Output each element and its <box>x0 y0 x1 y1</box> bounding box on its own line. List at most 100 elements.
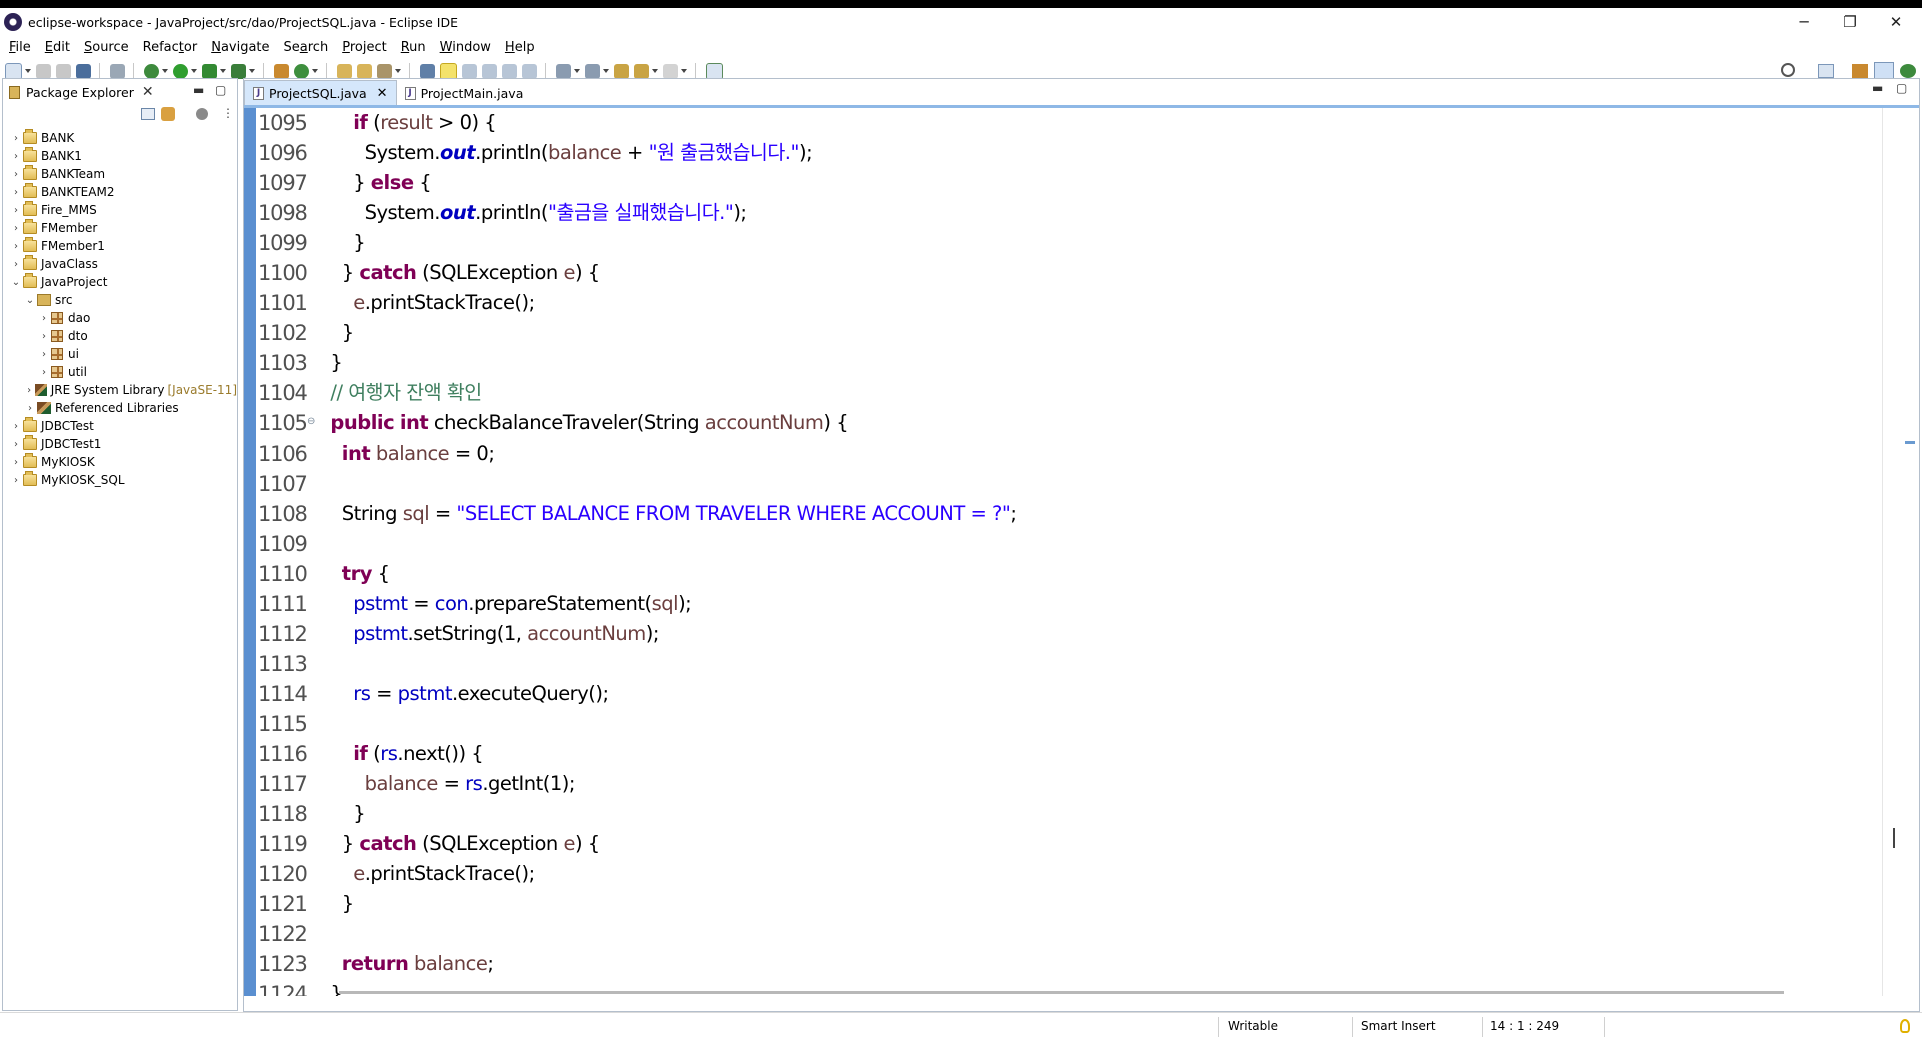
code-line[interactable]: e.printStackTrace(); <box>319 288 1879 318</box>
new-dropdown-icon[interactable] <box>25 69 31 73</box>
chevron-right-icon[interactable]: › <box>11 205 21 216</box>
code-line[interactable]: } <box>319 889 1879 919</box>
chevron-right-icon[interactable]: › <box>39 349 49 360</box>
tree-item[interactable]: › MyKIOSK <box>3 453 237 471</box>
status-insert-mode[interactable]: Smart Insert <box>1361 1019 1436 1033</box>
code-line[interactable] <box>319 709 1879 739</box>
tree-item[interactable]: › ui <box>3 345 237 363</box>
code-line[interactable]: pstmt = con.prepareStatement(sql); <box>319 589 1879 619</box>
open-perspective-icon[interactable] <box>1818 64 1834 78</box>
chevron-right-icon[interactable]: › <box>25 403 35 414</box>
tree-item[interactable]: › FMember1 <box>3 237 237 255</box>
package-explorer-tab[interactable]: Package Explorer ✕ <box>3 79 160 105</box>
open-task-icon[interactable] <box>357 63 372 79</box>
code-line[interactable] <box>319 649 1879 679</box>
code-line[interactable]: int balance = 0; <box>319 439 1879 469</box>
pin-editor-icon[interactable] <box>706 62 723 80</box>
code-line[interactable]: } catch (SQLException e) { <box>319 829 1879 859</box>
code-line[interactable]: } <box>319 799 1879 829</box>
debug-icon[interactable] <box>144 63 159 79</box>
minimize-button[interactable]: ─ <box>1781 8 1827 36</box>
code-editor[interactable]: 1095 1096 1097 1098 1099 1100 1101 1102 1103 1104… <box>244 108 1919 996</box>
code-line[interactable]: } <box>319 228 1879 258</box>
previous-annotation-dropdown-icon[interactable] <box>603 69 609 73</box>
status-cursor-position[interactable]: 14 : 1 : 249 <box>1490 1019 1559 1033</box>
open-type-icon[interactable] <box>337 63 352 79</box>
run-icon[interactable] <box>173 63 188 79</box>
chevron-right-icon[interactable]: › <box>11 187 21 198</box>
code-line[interactable]: System.out.println("출금을 실패했습니다."); <box>319 198 1879 228</box>
forward-dropdown-icon[interactable] <box>681 69 687 73</box>
chevron-down-icon[interactable]: ⌄ <box>11 277 21 288</box>
chevron-right-icon[interactable]: › <box>11 151 21 162</box>
new-java-package-icon[interactable] <box>274 63 289 79</box>
editor-tab[interactable]: J ProjectMain.java <box>397 81 532 105</box>
tree-item[interactable]: › BANKTEAM2 <box>3 183 237 201</box>
tree-item[interactable]: › JavaClass <box>3 255 237 273</box>
code-line[interactable]: System.out.println(balance + "원 출금했습니다."… <box>319 138 1879 168</box>
paragraph-icon[interactable] <box>522 63 537 79</box>
terminal-icon[interactable] <box>76 63 91 79</box>
menu-help[interactable]: Help <box>498 40 542 55</box>
skip-breakpoints-icon[interactable] <box>110 63 125 79</box>
tree-item[interactable]: › Fire_MMS <box>3 201 237 219</box>
code-line[interactable]: if (result > 0) { <box>319 108 1879 138</box>
new-class-dropdown-icon[interactable] <box>312 69 318 73</box>
close-icon[interactable]: ✕ <box>142 84 154 100</box>
next-annotation-icon[interactable] <box>556 63 571 79</box>
tree-item[interactable]: › JDBCTest1 <box>3 435 237 453</box>
previous-annotation-icon[interactable] <box>585 63 600 79</box>
code-line[interactable]: e.printStackTrace(); <box>319 859 1879 889</box>
code-line[interactable]: return balance; <box>319 949 1879 979</box>
external-tools-dropdown-icon[interactable] <box>249 69 255 73</box>
chevron-right-icon[interactable]: › <box>25 385 33 396</box>
tree-item[interactable]: ⌄ JavaProject <box>3 273 237 291</box>
chevron-right-icon[interactable]: › <box>39 331 49 342</box>
menu-window[interactable]: Window <box>433 40 498 55</box>
menu-source[interactable]: Source <box>77 40 136 55</box>
toggle-breadcrumb-icon[interactable] <box>420 63 435 79</box>
code-line[interactable] <box>319 919 1879 949</box>
tree-item[interactable]: › dao <box>3 309 237 327</box>
code-line[interactable]: try { <box>319 559 1879 589</box>
code-line[interactable]: // 여행자 잔액 확인 <box>319 378 1879 408</box>
tip-bulb-icon[interactable] <box>1900 1019 1910 1033</box>
maximize-view-icon[interactable]: ▢ <box>215 83 226 97</box>
tree-item[interactable]: › BANKTeam <box>3 165 237 183</box>
tree-item[interactable]: ⌄ src <box>3 291 237 309</box>
tree-item[interactable]: › BANK <box>3 129 237 147</box>
external-tools-icon[interactable] <box>231 63 246 79</box>
tree-item[interactable]: › FMember <box>3 219 237 237</box>
chevron-right-icon[interactable]: › <box>39 313 49 324</box>
code-line[interactable] <box>319 529 1879 559</box>
chevron-right-icon[interactable]: › <box>11 475 21 486</box>
close-button[interactable]: ✕ <box>1873 8 1919 36</box>
horizontal-scrollbar[interactable] <box>339 991 1784 994</box>
mark-occurrences-icon[interactable] <box>440 62 457 80</box>
code-line[interactable]: public int checkBalanceTraveler(String a… <box>319 408 1879 438</box>
debug-dropdown-icon[interactable] <box>162 69 168 73</box>
code-line[interactable]: if (rs.next()) { <box>319 739 1879 769</box>
close-icon[interactable]: ✕ <box>377 86 388 101</box>
menu-file[interactable]: File <box>0 40 38 55</box>
chevron-right-icon[interactable]: › <box>11 439 21 450</box>
search-dropdown-icon[interactable] <box>395 69 401 73</box>
chevron-right-icon[interactable]: › <box>11 457 21 468</box>
chevron-right-icon[interactable]: › <box>11 133 21 144</box>
new-java-class-icon[interactable] <box>294 63 309 79</box>
menu-edit[interactable]: Edit <box>38 40 77 55</box>
code-line[interactable]: String sql = "SELECT BALANCE FROM TRAVEL… <box>319 499 1879 529</box>
maximize-editor-icon[interactable]: ▢ <box>1896 81 1907 95</box>
code-line[interactable]: pstmt.setString(1, accountNum); <box>319 619 1879 649</box>
code-line[interactable] <box>319 469 1879 499</box>
search-tool-icon[interactable] <box>377 63 392 79</box>
chevron-right-icon[interactable]: › <box>11 169 21 180</box>
chevron-down-icon[interactable]: ⌄ <box>25 295 35 306</box>
show-whitespace-icon[interactable] <box>502 63 517 79</box>
editor-tab[interactable]: J ProjectSQL.java ✕ <box>244 80 397 105</box>
chevron-right-icon[interactable]: › <box>39 367 49 378</box>
view-menu-icon[interactable]: ⋮ <box>222 106 234 120</box>
java-ee-perspective-icon[interactable] <box>1852 64 1868 78</box>
fold-toggle-icon[interactable]: ⊖ <box>307 416 315 427</box>
chevron-right-icon[interactable]: › <box>11 241 21 252</box>
